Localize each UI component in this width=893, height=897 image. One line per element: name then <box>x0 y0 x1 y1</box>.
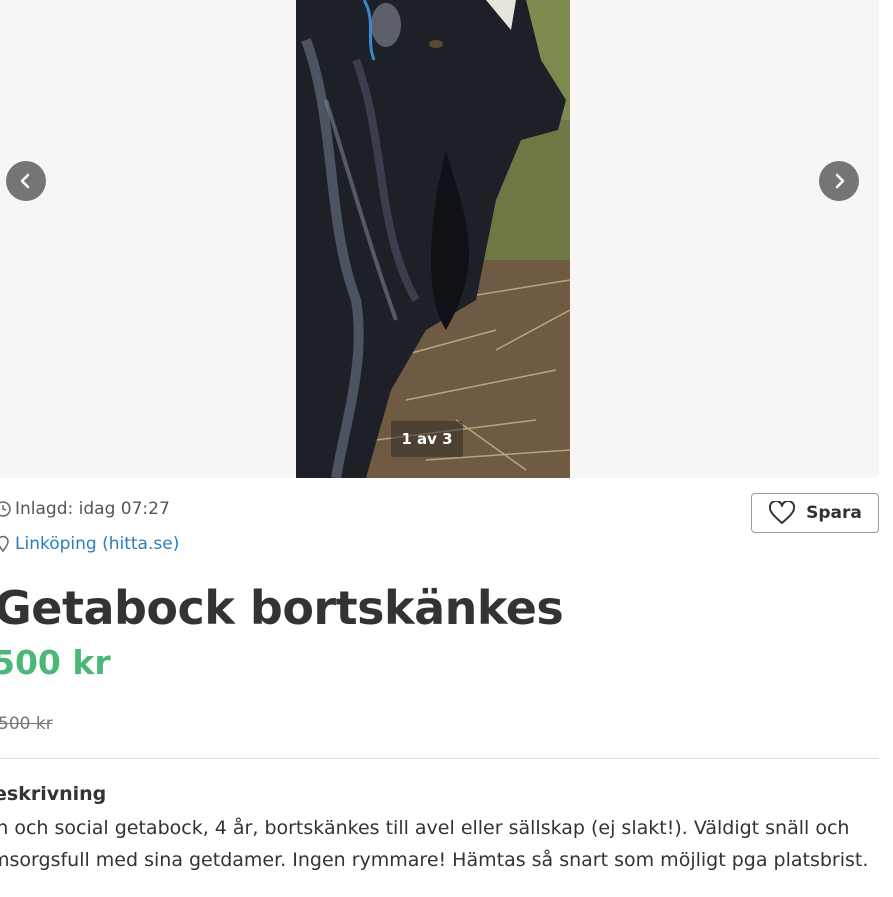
save-button[interactable]: Spara <box>751 493 879 533</box>
save-label: Spara <box>806 503 862 523</box>
image-gallery: 1 av 3 <box>0 0 879 478</box>
location-row: Linköping (hitta.se) <box>0 534 179 554</box>
goat-photo[interactable] <box>296 0 570 478</box>
description-line: in och social getabock, 4 år, bortskänke… <box>0 817 850 839</box>
old-price: 500 kr <box>0 714 53 734</box>
description-text: in och social getabock, 4 år, bortskänke… <box>0 812 871 876</box>
posted-row: Inlagd: idag 07:27 <box>0 499 170 519</box>
clock-icon <box>0 501 11 517</box>
location-link[interactable]: Linköping (hitta.se) <box>15 534 179 554</box>
divider <box>0 758 879 759</box>
description-heading: eskrivning <box>0 783 107 805</box>
description-line: msorgsfull med sina getdamer. Ingen rymm… <box>0 849 869 871</box>
listing-price: 500 kr <box>0 643 111 682</box>
previous-image-button[interactable] <box>6 161 46 201</box>
image-counter: 1 av 3 <box>391 421 463 457</box>
listing-title: Getabock bortskänkes <box>0 581 564 635</box>
heart-icon <box>769 501 796 524</box>
chevron-right-icon <box>835 173 845 189</box>
next-image-button[interactable] <box>819 161 859 201</box>
chevron-left-icon <box>20 173 30 189</box>
posted-date: Inlagd: idag 07:27 <box>15 499 170 519</box>
location-pin-icon <box>0 535 9 553</box>
